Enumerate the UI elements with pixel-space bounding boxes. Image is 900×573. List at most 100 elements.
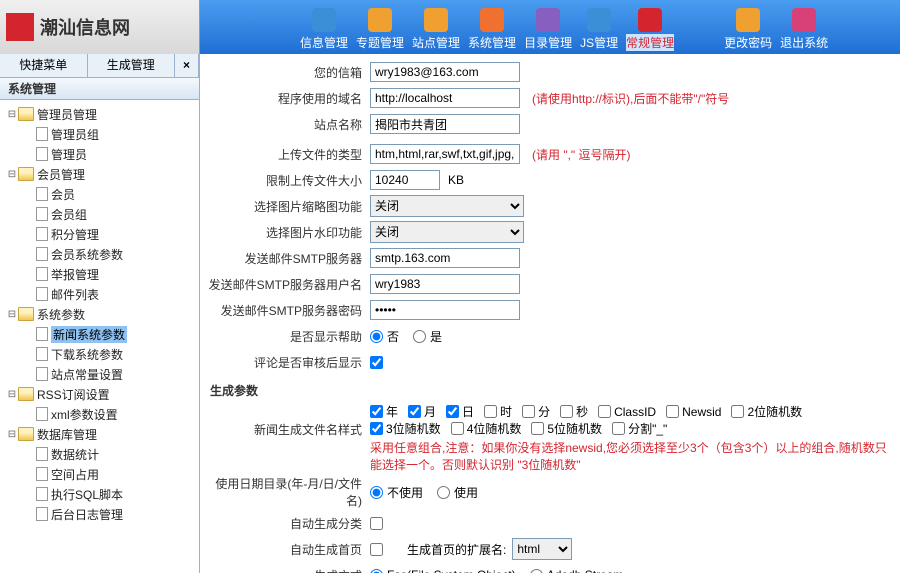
file-icon bbox=[36, 227, 48, 241]
sidebar-close-button[interactable]: × bbox=[175, 54, 199, 77]
auto-home-ext-label: 生成首页的扩展名: bbox=[407, 541, 506, 558]
filename-opt-label: 分割"_" bbox=[628, 420, 667, 437]
filename-opt-label: Newsid bbox=[682, 405, 721, 419]
upload-types-input[interactable] bbox=[370, 144, 520, 164]
filename-opt-checkbox-8[interactable] bbox=[731, 405, 744, 418]
tree-label: 管理员组 bbox=[51, 126, 99, 143]
nav-item-1[interactable]: 专题管理 bbox=[356, 8, 404, 54]
auto-home-ext-select[interactable]: html bbox=[512, 538, 572, 560]
email-input[interactable] bbox=[370, 62, 520, 82]
upload-size-input[interactable] bbox=[370, 170, 440, 190]
label-thumb: 选择图片缩略图功能 bbox=[200, 198, 370, 215]
nav-item-3[interactable]: 系统管理 bbox=[468, 8, 516, 54]
nav-item-4[interactable]: 目录管理 bbox=[524, 8, 572, 54]
filename-opt-label: 2位随机数 bbox=[747, 403, 802, 420]
nav-item-8[interactable]: 退出系统 bbox=[780, 8, 828, 54]
file-icon bbox=[36, 407, 48, 421]
domain-note: (请使用http://标识),后面不能带"/"符号 bbox=[532, 90, 729, 107]
smtp-user-input[interactable] bbox=[370, 274, 520, 294]
show-help-yes-radio[interactable] bbox=[413, 330, 426, 343]
file-icon bbox=[36, 487, 48, 501]
tree-toggle-icon: ⊟ bbox=[6, 309, 18, 320]
date-dir-no-radio[interactable] bbox=[370, 486, 383, 499]
label-upload-size: 限制上传文件大小 bbox=[200, 172, 370, 189]
filename-opt-label: 年 bbox=[386, 403, 398, 420]
tree-leaf[interactable]: 下载系统参数 bbox=[4, 344, 199, 364]
tree-label: 会员组 bbox=[51, 206, 87, 223]
tree-leaf[interactable]: 会员 bbox=[4, 184, 199, 204]
nav-item-0[interactable]: 信息管理 bbox=[300, 8, 348, 54]
label-show-help: 是否显示帮助 bbox=[200, 328, 370, 345]
gen-method-fso-radio[interactable] bbox=[370, 569, 383, 573]
tree-leaf[interactable]: 举报管理 bbox=[4, 264, 199, 284]
smtp-server-input[interactable] bbox=[370, 248, 520, 268]
tree-leaf[interactable]: 管理员 bbox=[4, 144, 199, 164]
folder-icon bbox=[18, 167, 34, 181]
filename-opt-label: 日 bbox=[462, 403, 474, 420]
sidebar-tab-genmanage[interactable]: 生成管理 bbox=[88, 54, 176, 77]
sidebar-tab-quickmenu[interactable]: 快捷菜单 bbox=[0, 54, 88, 77]
tree-toggle-icon: ⊟ bbox=[6, 429, 18, 440]
sidebar-section-bar[interactable]: 系统管理 bbox=[0, 78, 199, 100]
tree-label: 会员系统参数 bbox=[51, 246, 123, 263]
tree-leaf[interactable]: 积分管理 bbox=[4, 224, 199, 244]
watermark-select[interactable]: 关闭 bbox=[370, 221, 524, 243]
nav-icon bbox=[424, 8, 448, 32]
tree-leaf[interactable]: xml参数设置 bbox=[4, 404, 199, 424]
filename-opt-checkbox-9[interactable] bbox=[370, 422, 383, 435]
nav-item-5[interactable]: JS管理 bbox=[580, 8, 618, 54]
show-help-no-radio[interactable] bbox=[370, 330, 383, 343]
nav-item-7[interactable]: 更改密码 bbox=[724, 8, 772, 54]
tree-leaf[interactable]: 执行SQL脚本 bbox=[4, 484, 199, 504]
domain-input[interactable] bbox=[370, 88, 520, 108]
filename-opt-label: 秒 bbox=[576, 403, 588, 420]
tree-folder[interactable]: ⊟RSS订阅设置 bbox=[4, 384, 199, 404]
nav-item-2[interactable]: 站点管理 bbox=[412, 8, 460, 54]
file-icon bbox=[36, 147, 48, 161]
filename-opt-checkbox-6[interactable] bbox=[598, 405, 611, 418]
tree-leaf[interactable]: 数据统计 bbox=[4, 444, 199, 464]
tree-leaf[interactable]: 站点常量设置 bbox=[4, 364, 199, 384]
upload-types-note: (请用 "," 逗号隔开) bbox=[532, 146, 631, 163]
filename-opt-checkbox-0[interactable] bbox=[370, 405, 383, 418]
date-dir-yes-radio[interactable] bbox=[437, 486, 450, 499]
nav-item-6[interactable]: 常规管理X bbox=[626, 8, 674, 54]
nav-icon bbox=[368, 8, 392, 32]
review-show-checkbox[interactable] bbox=[370, 356, 383, 369]
filename-opt-label: 时 bbox=[500, 403, 512, 420]
filename-opt-checkbox-2[interactable] bbox=[446, 405, 459, 418]
tree-folder[interactable]: ⊟数据库管理 bbox=[4, 424, 199, 444]
tree-leaf[interactable]: 新闻系统参数 bbox=[4, 324, 199, 344]
tree-folder[interactable]: ⊟会员管理 bbox=[4, 164, 199, 184]
nav-tree: ⊟管理员管理管理员组管理员⊟会员管理会员会员组积分管理会员系统参数举报管理邮件列… bbox=[0, 100, 199, 573]
sitename-input[interactable] bbox=[370, 114, 520, 134]
gen-method-adodb-radio[interactable] bbox=[530, 569, 543, 573]
smtp-pass-input[interactable] bbox=[370, 300, 520, 320]
tree-leaf[interactable]: 管理员组 bbox=[4, 124, 199, 144]
tree-label: 管理员 bbox=[51, 146, 87, 163]
thumb-select[interactable]: 关闭 bbox=[370, 195, 524, 217]
tree-leaf[interactable]: 会员组 bbox=[4, 204, 199, 224]
tree-leaf[interactable]: 后台日志管理 bbox=[4, 504, 199, 524]
tree-label: 会员 bbox=[51, 186, 75, 203]
filename-opt-checkbox-11[interactable] bbox=[531, 422, 544, 435]
tree-folder[interactable]: ⊟管理员管理 bbox=[4, 104, 199, 124]
filename-opt-checkbox-3[interactable] bbox=[484, 405, 497, 418]
tree-leaf[interactable]: 会员系统参数 bbox=[4, 244, 199, 264]
nav-label: 信息管理 bbox=[300, 34, 348, 51]
tree-leaf[interactable]: 邮件列表 bbox=[4, 284, 199, 304]
content-pane: 您的信箱 程序使用的域名 (请使用http://标识),后面不能带"/"符号 站… bbox=[200, 54, 900, 573]
auto-class-checkbox[interactable] bbox=[370, 517, 383, 530]
nav-label: JS管理 bbox=[580, 34, 618, 51]
filename-opt-checkbox-5[interactable] bbox=[560, 405, 573, 418]
filename-opt-checkbox-4[interactable] bbox=[522, 405, 535, 418]
nav-icon bbox=[792, 8, 816, 32]
filename-opt-checkbox-1[interactable] bbox=[408, 405, 421, 418]
filename-opt-checkbox-12[interactable] bbox=[612, 422, 625, 435]
tree-folder[interactable]: ⊟系统参数 bbox=[4, 304, 199, 324]
tree-leaf[interactable]: 空间占用 bbox=[4, 464, 199, 484]
filename-opt-checkbox-7[interactable] bbox=[666, 405, 679, 418]
label-auto-class: 自动生成分类 bbox=[200, 515, 370, 532]
auto-home-checkbox[interactable] bbox=[370, 543, 383, 556]
filename-opt-checkbox-10[interactable] bbox=[451, 422, 464, 435]
